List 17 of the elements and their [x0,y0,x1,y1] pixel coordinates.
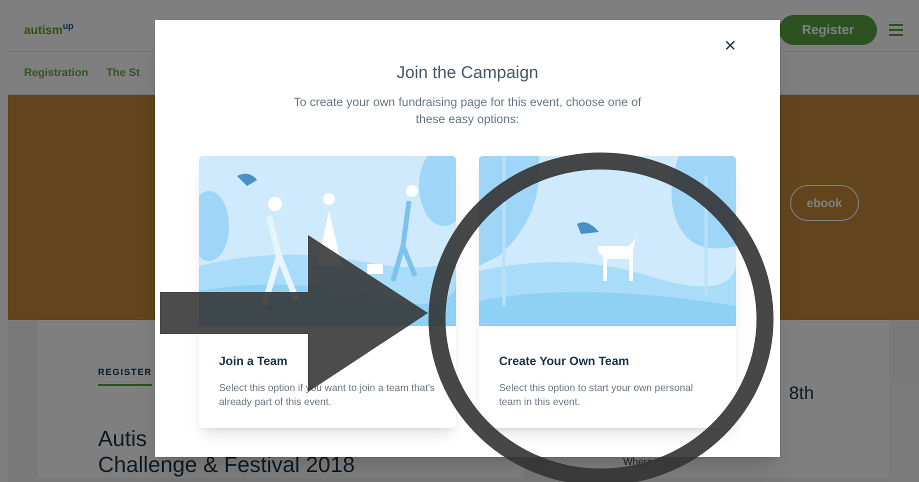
option-title: Join a Team [219,352,288,370]
menu-icon[interactable] [889,24,903,36]
share-facebook-button[interactable]: ebook [790,185,859,221]
register-button[interactable]: Register [779,14,877,44]
where-label: Where [623,456,654,470]
logo[interactable]: autism$^{up}$ [24,20,74,38]
event-title: Autis Challenge & Festival 2018 [98,426,356,478]
option-title: Create Your Own Team [499,352,630,370]
option-card[interactable]: Create Your Own Team Select this option to start your own personal team in this event. [479,156,736,428]
option-description: Select this option to start your own personal team in this event. [499,382,694,410]
section-label: REGISTER [98,366,152,386]
modal-title: Join the Campaign [396,62,538,84]
event-date: 8th [788,382,814,405]
close-button[interactable]: × [724,36,736,56]
nav-tab[interactable]: The St [106,64,140,82]
nav-tab[interactable]: Registration [24,64,88,82]
modal-subtitle: To create your own fundraising page for this event, choose one of these easy options: [292,94,642,128]
